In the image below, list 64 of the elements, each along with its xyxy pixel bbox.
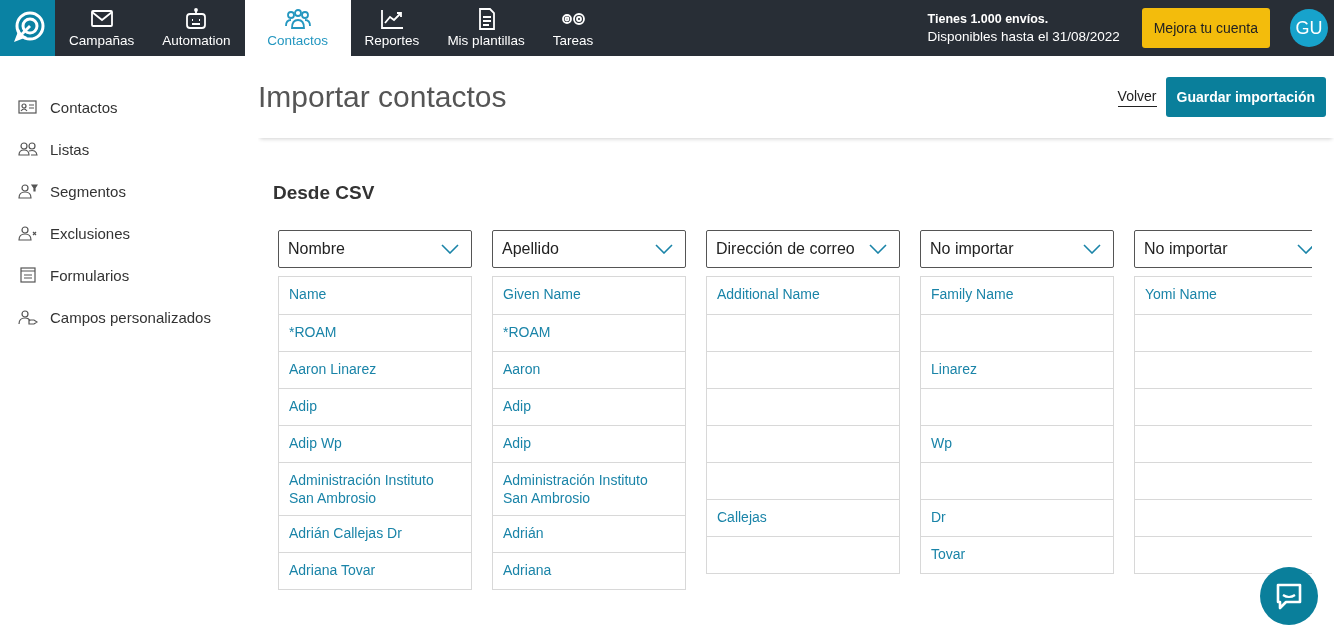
- nav-tab[interactable]: Campañas: [55, 0, 149, 56]
- preview-value: Dr: [931, 509, 946, 525]
- id-card-icon: [18, 99, 38, 115]
- preview-value: Tovar: [931, 546, 966, 562]
- preview-value: Additional Name: [717, 286, 820, 302]
- preview-value: Aaron Linarez: [289, 361, 377, 377]
- chevron-down-icon: [1083, 244, 1101, 254]
- field-dropdown[interactable]: No importar: [920, 230, 1114, 268]
- nav-tab[interactable]: Reportes: [350, 0, 434, 56]
- preview-value: Given Name: [503, 286, 581, 302]
- field-dropdown[interactable]: No importar: [1134, 230, 1312, 268]
- preview-value: Adriana: [503, 562, 552, 578]
- sidebar-item[interactable]: Formularios: [0, 254, 258, 296]
- preview-value: *ROAM: [289, 324, 337, 340]
- preview-value: Adip: [289, 398, 318, 414]
- preview-value: Callejas: [717, 509, 767, 525]
- save-button[interactable]: Guardar importación: [1165, 77, 1326, 117]
- preview-value: Linarez: [931, 361, 977, 377]
- preview-value: Adrián: [503, 525, 544, 541]
- preview-value: Aaron: [503, 361, 541, 377]
- section-title: Desde CSV: [273, 182, 376, 204]
- chevron-down-icon: [441, 244, 459, 254]
- preview-value: Yomi Name: [1145, 286, 1217, 302]
- field-dropdown[interactable]: Apellido: [492, 230, 686, 268]
- person-cross-icon: [18, 225, 38, 241]
- person-tag-icon: [18, 309, 38, 325]
- sidebar-item[interactable]: Campos personalizados: [0, 296, 258, 338]
- chat-button[interactable]: [1260, 567, 1318, 625]
- field-dropdown[interactable]: Dirección de correo: [706, 230, 900, 268]
- chart-icon: [379, 8, 405, 30]
- envelope-icon: [88, 8, 115, 30]
- preview-value: *ROAM: [503, 324, 551, 340]
- page-title: Importar contactos: [258, 80, 508, 114]
- preview-value: Adip: [503, 398, 532, 414]
- sidebar-item[interactable]: Listas: [0, 128, 258, 170]
- chat-bubble-icon: [1274, 581, 1304, 611]
- nav-tab[interactable]: Tareas: [538, 0, 608, 56]
- form-icon: [18, 267, 38, 283]
- preview-value: Adrián Callejas Dr: [289, 525, 402, 541]
- upgrade-button[interactable]: Mejora tu cuenta: [1141, 8, 1270, 48]
- sidebar-item[interactable]: Contactos: [0, 86, 258, 128]
- chevron-down-icon: [869, 244, 887, 254]
- chevron-down-icon: [1297, 244, 1312, 254]
- notice-title: Tienes 1.000 envíos.: [927, 12, 1050, 26]
- field-dropdown[interactable]: Nombre: [278, 230, 472, 268]
- sidebar-item[interactable]: Exclusiones: [0, 212, 258, 254]
- notice-text: Disponibles hasta el 31/08/2022: [927, 29, 1120, 44]
- sidebar-item[interactable]: Segmentos: [0, 170, 258, 212]
- preview-value: Family Name: [931, 286, 1014, 302]
- chevron-down-icon: [655, 244, 673, 254]
- nav-tab[interactable]: Mis plantillas: [433, 0, 539, 56]
- preview-value: Administración Instituto San Ambrosio: [503, 472, 648, 506]
- preview-value: Adriana Tovar: [289, 562, 376, 578]
- preview-value: Wp: [931, 435, 952, 451]
- preview-value: Adip: [503, 435, 532, 451]
- preview-value: Adip Wp: [289, 435, 342, 451]
- back-link[interactable]: Volver: [1117, 87, 1157, 107]
- nav-tab[interactable]: Automation: [148, 0, 245, 56]
- person-filter-icon: [18, 183, 38, 199]
- preview-value: Administración Instituto San Ambrosio: [289, 472, 434, 506]
- people-icon: [284, 8, 311, 30]
- preview-value: Name: [289, 286, 327, 302]
- logo[interactable]: [0, 0, 55, 56]
- people-icon: [18, 141, 38, 157]
